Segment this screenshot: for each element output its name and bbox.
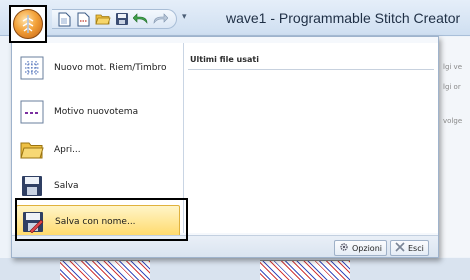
gear-icon xyxy=(339,242,349,254)
customize-toolbar-chevron-icon[interactable]: ▾ xyxy=(182,12,187,22)
menu-item-open[interactable]: Apri... xyxy=(16,133,180,167)
recent-files-header: Ultimi file usati xyxy=(190,55,259,64)
save-icon xyxy=(18,172,46,200)
menu-footer: Opzioni Esci xyxy=(12,235,438,257)
recent-files-panel: Ultimi file usati xyxy=(184,43,438,233)
menu-item-save[interactable]: Salva xyxy=(16,169,180,203)
quick-access-toolbar xyxy=(52,9,177,29)
new-motif-icon xyxy=(18,98,46,126)
new-document-icon[interactable] xyxy=(56,11,73,28)
menu-item-label: Nuovo mot. Riem/Timbro xyxy=(54,63,167,73)
menu-item-label: Salva con nome... xyxy=(55,217,136,227)
stitch-pattern-preview xyxy=(60,260,150,280)
app-orb-icon xyxy=(13,9,43,39)
background-panel: lgi ve lgi or volge xyxy=(436,37,470,257)
background-text: lgi or xyxy=(443,83,461,91)
background-text: lgi ve xyxy=(443,63,463,71)
exit-label: Esci xyxy=(408,243,424,253)
new-fill-stamp-icon xyxy=(18,54,46,82)
open-folder-icon[interactable] xyxy=(94,11,111,28)
background-text: volge xyxy=(443,117,463,125)
options-button[interactable]: Opzioni xyxy=(334,240,387,256)
divider xyxy=(188,69,434,70)
open-folder-icon xyxy=(18,136,46,164)
application-button[interactable] xyxy=(9,5,47,43)
menu-commands: Nuovo mot. Riem/Timbro Motivo nuovotema … xyxy=(12,43,184,239)
stitch-pattern-preview xyxy=(260,260,350,280)
options-label: Opzioni xyxy=(352,243,382,253)
save-as-icon xyxy=(19,208,47,236)
menu-item-label: Salva xyxy=(54,181,79,191)
application-menu: Nuovo mot. Riem/Timbro Motivo nuovotema … xyxy=(11,36,439,258)
close-icon xyxy=(395,242,405,254)
exit-button[interactable]: Esci xyxy=(390,240,429,256)
redo-icon[interactable] xyxy=(151,11,168,28)
menu-item-label: Apri... xyxy=(54,145,81,155)
title-bar: ▾ wave1 - Programmable Stitch Creator xyxy=(0,0,470,36)
menu-item-new-motif[interactable]: Motivo nuovotema xyxy=(16,95,180,129)
menu-item-save-as[interactable]: Salva con nome... xyxy=(16,205,180,239)
menu-item-label: Motivo nuovotema xyxy=(54,107,139,117)
undo-icon[interactable] xyxy=(132,11,149,28)
save-icon[interactable] xyxy=(113,11,130,28)
window-title: wave1 - Programmable Stitch Creator xyxy=(226,10,461,26)
menu-item-new-fill-stamp[interactable]: Nuovo mot. Riem/Timbro xyxy=(16,51,180,85)
new-pattern-icon[interactable] xyxy=(75,11,92,28)
